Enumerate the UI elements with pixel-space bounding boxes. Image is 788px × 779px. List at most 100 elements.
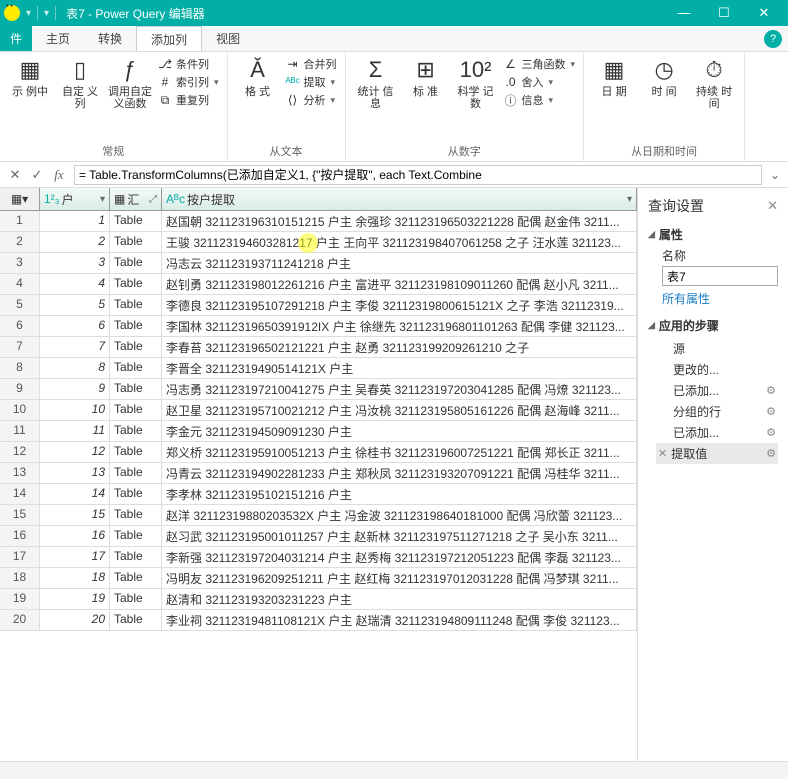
cell[interactable]: 16	[40, 526, 110, 546]
properties-section-header[interactable]: ◢属性	[648, 226, 778, 243]
cell[interactable]: 赵国朝 321123196310151215 户主 余强珍 3211231965…	[162, 211, 637, 231]
fx-icon[interactable]: fx	[48, 167, 70, 183]
cell[interactable]: Table	[110, 505, 162, 525]
cell[interactable]: 20	[40, 610, 110, 630]
expand-icon[interactable]: ⤢	[149, 194, 157, 205]
cell[interactable]: 李德良 321123195107291218 户主 李俊 32112319800…	[162, 295, 637, 315]
cell[interactable]: 14	[40, 484, 110, 504]
cell[interactable]: 5	[40, 295, 110, 315]
cell[interactable]: Table	[110, 484, 162, 504]
applied-step[interactable]: ✕提取值⚙	[656, 443, 778, 464]
query-name-input[interactable]	[662, 266, 778, 286]
cell[interactable]: 11	[40, 421, 110, 441]
formula-input[interactable]	[74, 165, 762, 185]
cell[interactable]: 李春苔 321123196502121221 户主 赵勇 32112319920…	[162, 337, 637, 357]
cell[interactable]: 冯青云 321123194902281233 户主 郑秋凤 3211231932…	[162, 463, 637, 483]
cell[interactable]: 2	[40, 232, 110, 252]
cell[interactable]: Table	[110, 337, 162, 357]
applied-step[interactable]: 更改的...	[656, 359, 778, 380]
info-button[interactable]: ⓘ信息▾	[504, 92, 576, 108]
table-row[interactable]: 2020Table李业祠 32112319481108121X 户主 赵瑞清 3…	[0, 610, 637, 631]
applied-step[interactable]: 已添加...⚙	[656, 380, 778, 401]
table-row[interactable]: 66Table李国林 32112319650391912IX 户主 徐继先 32…	[0, 316, 637, 337]
table-row[interactable]: 1414Table李孝林 321123195102151216 户主	[0, 484, 637, 505]
cell[interactable]: Table	[110, 211, 162, 231]
cell[interactable]: 1	[40, 211, 110, 231]
cell[interactable]: 13	[40, 463, 110, 483]
cell[interactable]: Table	[110, 463, 162, 483]
minimize-button[interactable]: —	[664, 5, 704, 21]
maximize-button[interactable]: ☐	[704, 5, 744, 21]
cell[interactable]: Table	[110, 442, 162, 462]
table-row[interactable]: 44Table赵钊勇 321123198012261216 户主 富进平 321…	[0, 274, 637, 295]
accept-formula-button[interactable]: ✓	[26, 167, 48, 183]
all-properties-link[interactable]: 所有属性	[662, 290, 778, 307]
table-row[interactable]: 1616Table赵习武 321123195001011257 户主 赵新林 3…	[0, 526, 637, 547]
column-header-extract[interactable]: Aᴮc按户提取▾	[162, 188, 637, 210]
transform-tab[interactable]: 转换	[84, 26, 136, 51]
cell[interactable]: 19	[40, 589, 110, 609]
cell[interactable]: 李晋全 32112319490514121X 户主	[162, 358, 637, 378]
cell[interactable]: Table	[110, 568, 162, 588]
cell[interactable]: Table	[110, 421, 162, 441]
cell[interactable]: Table	[110, 274, 162, 294]
cell[interactable]: 3	[40, 253, 110, 273]
cell[interactable]: 郑义桥 321123195910051213 户主 徐桂书 3211231960…	[162, 442, 637, 462]
cell[interactable]: 10	[40, 400, 110, 420]
statistics-button[interactable]: Σ统计 信息	[354, 56, 398, 141]
cell[interactable]: Table	[110, 379, 162, 399]
close-pane-button[interactable]: ✕	[767, 198, 778, 214]
chevron-down-icon[interactable]: ▾	[627, 194, 632, 205]
cell[interactable]: Table	[110, 295, 162, 315]
applied-step[interactable]: 分组的行⚙	[656, 401, 778, 422]
chevron-down-icon[interactable]: ▾	[100, 194, 105, 205]
table-row[interactable]: 77Table李春苔 321123196502121221 户主 赵勇 3211…	[0, 337, 637, 358]
column-from-examples-button[interactable]: ▦示 例中	[8, 56, 52, 141]
table-row[interactable]: 1818Table冯明友 321123196209251211 户主 赵红梅 3…	[0, 568, 637, 589]
table-row[interactable]: 1313Table冯青云 321123194902281233 户主 郑秋凤 3…	[0, 463, 637, 484]
table-row[interactable]: 11Table赵国朝 321123196310151215 户主 余强珍 321…	[0, 211, 637, 232]
table-row[interactable]: 1919Table赵清和 321123193203231223 户主	[0, 589, 637, 610]
addcolumn-tab[interactable]: 添加列	[136, 26, 202, 51]
cell[interactable]: 李金元 321123194509091230 户主	[162, 421, 637, 441]
trig-button[interactable]: ∠三角函数▾	[504, 56, 576, 72]
table-row[interactable]: 22Table王骏 321123194603281217 户主 王向平 3211…	[0, 232, 637, 253]
cell[interactable]: Table	[110, 589, 162, 609]
cell[interactable]: 赵习武 321123195001011257 户主 赵新林 3211231975…	[162, 526, 637, 546]
cancel-formula-button[interactable]: ✕	[4, 167, 26, 183]
scientific-button[interactable]: 10²科学 记数	[454, 56, 498, 141]
cell[interactable]: 赵卫星 321123195710021212 户主 冯汝桃 3211231958…	[162, 400, 637, 420]
cell[interactable]: 15	[40, 505, 110, 525]
expand-formula-button[interactable]: ⌄	[766, 168, 784, 182]
cell[interactable]: 李国林 32112319650391912IX 户主 徐继先 321123196…	[162, 316, 637, 336]
delete-step-icon[interactable]: ✕	[658, 447, 667, 460]
cell[interactable]: Table	[110, 358, 162, 378]
cell[interactable]: 李业祠 32112319481108121X 户主 赵瑞清 3211231948…	[162, 610, 637, 630]
cell[interactable]: 王骏 321123194603281217 户主 王向平 32112319840…	[162, 232, 637, 252]
table-row[interactable]: 55Table李德良 321123195107291218 户主 李俊 3211…	[0, 295, 637, 316]
conditional-column-button[interactable]: ⎇条件列	[158, 56, 219, 72]
home-tab[interactable]: 主页	[32, 26, 84, 51]
cell[interactable]: 4	[40, 274, 110, 294]
row-index-header[interactable]: ▦▾	[0, 188, 40, 210]
column-header-hui[interactable]: ▦汇⤢	[110, 188, 162, 210]
index-column-button[interactable]: #索引列▾	[158, 74, 219, 90]
cell[interactable]: 9	[40, 379, 110, 399]
file-tab[interactable]: 件	[0, 26, 32, 51]
cell[interactable]: 12	[40, 442, 110, 462]
parse-button[interactable]: ⟨⟩分析▾	[286, 92, 337, 108]
standard-button[interactable]: ⊞标 准	[404, 56, 448, 141]
cell[interactable]: 冯志勇 321123197210041275 户主 吴春英 3211231972…	[162, 379, 637, 399]
duration-button[interactable]: ⏱持续 时间	[692, 56, 736, 141]
cell[interactable]: Table	[110, 400, 162, 420]
cell[interactable]: 6	[40, 316, 110, 336]
cell[interactable]: Table	[110, 316, 162, 336]
cell[interactable]: 赵钊勇 321123198012261216 户主 富进平 3211231981…	[162, 274, 637, 294]
close-button[interactable]: ✕	[744, 5, 784, 21]
applied-steps-header[interactable]: ◢应用的步骤	[648, 317, 778, 334]
table-row[interactable]: 1515Table赵洋 32112319880203532X 户主 冯金波 32…	[0, 505, 637, 526]
table-row[interactable]: 1717Table李新强 321123197204031214 户主 赵秀梅 3…	[0, 547, 637, 568]
gear-icon[interactable]: ⚙	[766, 447, 776, 460]
cell[interactable]: Table	[110, 526, 162, 546]
cell[interactable]: 李新强 321123197204031214 户主 赵秀梅 3211231972…	[162, 547, 637, 567]
